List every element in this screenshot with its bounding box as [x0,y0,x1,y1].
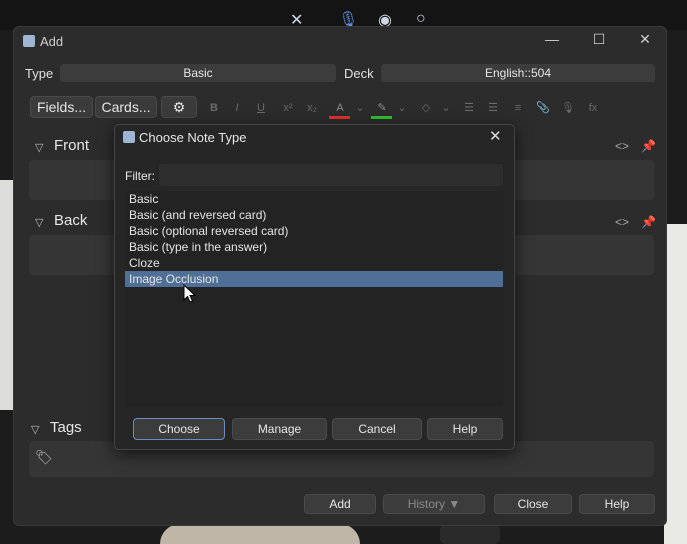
chevron-down-icon[interactable]: ▽ [35,141,43,154]
app-icon [23,35,35,47]
front-field-label: Front [54,137,90,154]
chevron-down-icon[interactable]: ⌄ [351,99,369,117]
bullet-list-icon[interactable]: ☰ [460,99,478,117]
bold-icon[interactable]: B [205,99,223,117]
align-icon[interactable]: ≡ [509,99,527,117]
microphone-icon[interactable]: 🎙 [559,99,577,117]
note-type-list[interactable]: Basic Basic (and reversed card) Basic (o… [125,191,503,407]
close-button[interactable]: Close [494,494,572,514]
list-item[interactable]: Cloze [125,255,503,271]
list-item[interactable]: Basic (optional reversed card) [125,223,503,239]
window-title: Add [40,34,64,49]
highlight-color-swatch [371,116,392,119]
underline-icon[interactable]: U [252,99,270,117]
chevron-down-icon[interactable]: ▽ [35,216,43,229]
filter-label: Filter: [125,169,155,183]
text-color-swatch [329,116,350,119]
pin-icon[interactable]: 📌 [641,215,656,229]
list-item[interactable]: Basic [125,191,503,207]
help-button[interactable]: Help [579,494,655,514]
dialog-help-button[interactable]: Help [427,418,503,440]
italic-icon[interactable]: I [228,99,246,117]
choose-note-type-dialog: Choose Note Type ✕ Filter: Basic Basic (… [114,124,515,450]
chevron-down-icon[interactable]: ⌄ [393,99,411,117]
numbered-list-icon[interactable]: ☰ [484,99,502,117]
history-button[interactable]: History ▼ [383,494,485,514]
tags-label: Tags [50,419,82,436]
highlight-icon[interactable]: ✎ [373,99,391,117]
eraser-icon[interactable]: ◇ [417,99,435,117]
fields-button[interactable]: Fields... [30,96,93,118]
deck-label: Deck [344,66,374,81]
cards-button[interactable]: Cards... [95,96,157,118]
mouse-cursor-icon [183,284,197,303]
attachment-icon[interactable]: 📎 [534,99,552,117]
filter-input[interactable] [159,164,503,186]
type-label: Type [25,66,54,81]
close-icon[interactable]: ✕ [489,127,502,145]
close-window-button[interactable]: ✕ [635,31,655,48]
tag-icon: 🏷 [35,449,53,465]
html-toggle-icon[interactable]: <> [615,215,629,229]
dialog-title: Choose Note Type [139,130,247,145]
title-bar: Add — ☐ ✕ [14,27,666,55]
cancel-button[interactable]: Cancel [332,418,422,440]
background-document [664,224,687,544]
add-button[interactable]: Add [304,494,376,514]
back-field-label: Back [54,212,88,229]
maximize-button[interactable]: ☐ [589,31,609,48]
html-toggle-icon[interactable]: <> [615,139,629,153]
superscript-icon[interactable]: x² [279,99,297,117]
subscript-icon[interactable]: x₂ [303,99,321,117]
background-image [440,524,500,544]
chevron-down-icon[interactable]: ▽ [31,423,39,436]
manage-button[interactable]: Manage [232,418,327,440]
chevron-down-icon[interactable]: ⌄ [437,99,455,117]
text-color-icon[interactable]: A [331,99,349,117]
pin-icon[interactable]: 📌 [641,139,656,153]
list-item[interactable]: Basic (and reversed card) [125,207,503,223]
note-type-selector[interactable]: Basic [60,64,336,82]
choose-button[interactable]: Choose [133,418,225,440]
minimize-button[interactable]: — [542,31,562,47]
formula-icon[interactable]: fx [584,99,602,117]
settings-gear-icon[interactable]: ⚙ [161,96,197,118]
app-icon [123,131,135,143]
deck-selector[interactable]: English::504 [381,64,655,82]
background-document [0,180,14,410]
list-item[interactable]: Basic (type in the answer) [125,239,503,255]
background-image [160,524,360,544]
list-item-selected[interactable]: Image Occlusion [125,271,503,287]
